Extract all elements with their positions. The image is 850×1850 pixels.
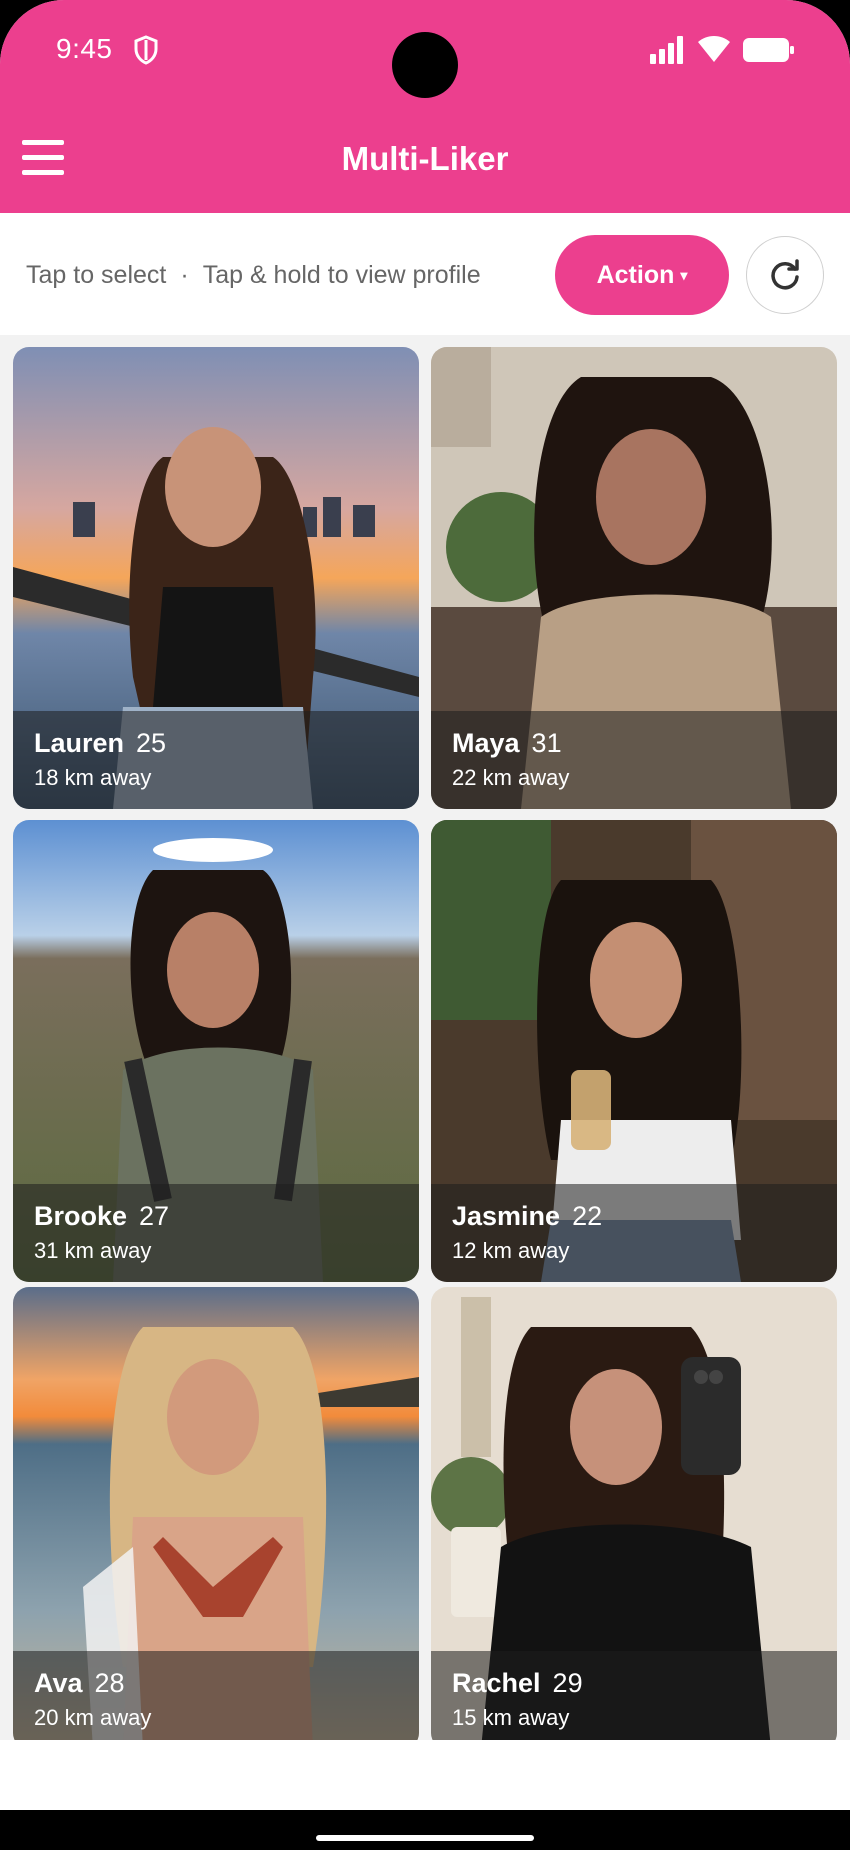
profile-age: 28 xyxy=(94,1668,125,1698)
profile-name-line: Jasmine 22 xyxy=(452,1201,602,1232)
profile-card-ava[interactable]: Ava 28 20 km away xyxy=(13,1287,419,1749)
profile-name-line: Brooke 27 xyxy=(34,1201,169,1232)
profile-age: 29 xyxy=(552,1668,583,1698)
profile-distance: 20 km away xyxy=(34,1705,152,1730)
profile-name: Lauren xyxy=(34,728,125,758)
profile-distance: 15 km away xyxy=(452,1705,570,1730)
refresh-button[interactable] xyxy=(746,236,824,314)
profile-name: Jasmine xyxy=(452,1201,561,1231)
profile-card-maya[interactable]: Maya 31 22 km away xyxy=(431,347,837,809)
action-label: Action xyxy=(596,260,675,289)
hint-select: Tap to select xyxy=(26,261,167,289)
usage-hint: Tap to select · Tap & hold to view profile xyxy=(26,261,481,290)
caret-down-icon: ▾ xyxy=(680,266,688,283)
app-bar: 9:45 Multi-Liker xyxy=(0,0,850,213)
hint-profile: Tap & hold to view profile xyxy=(202,261,481,289)
selection-toolbar: Tap to select · Tap & hold to view profile… xyxy=(0,213,850,335)
bottom-spacer xyxy=(0,1740,850,1810)
refresh-icon xyxy=(771,259,799,290)
profile-name-line: Maya 31 xyxy=(452,728,562,759)
profile-name-line: Ava 28 xyxy=(34,1668,125,1699)
profile-name: Ava xyxy=(34,1668,83,1698)
profile-distance: 31 km away xyxy=(34,1238,152,1263)
phone-screen: 9:45 Multi-Liker Tap to select · Tap & h… xyxy=(0,0,850,1850)
profile-name: Rachel xyxy=(452,1668,541,1698)
profile-name-line: Lauren 25 xyxy=(34,728,166,759)
profile-card-jasmine[interactable]: Jasmine 22 12 km away xyxy=(431,820,837,1282)
profile-name: Brooke xyxy=(34,1201,128,1231)
hint-separator: · xyxy=(180,261,189,289)
page-title: Multi-Liker xyxy=(341,140,509,177)
wifi-icon xyxy=(698,36,730,62)
status-bar: 9:45 xyxy=(0,0,850,100)
battery-icon xyxy=(743,38,794,62)
action-dropdown-button[interactable]: Action ▾ xyxy=(555,235,729,315)
profile-distance: 22 km away xyxy=(452,765,570,790)
home-indicator[interactable] xyxy=(316,1835,534,1841)
front-camera xyxy=(392,32,458,98)
profile-age: 25 xyxy=(136,728,167,758)
profile-card-lauren[interactable]: Lauren 25 18 km away xyxy=(13,347,419,809)
profile-age: 22 xyxy=(572,1201,603,1231)
profile-distance: 18 km away xyxy=(34,765,152,790)
profile-distance: 12 km away xyxy=(452,1238,570,1263)
profile-age: 27 xyxy=(139,1201,170,1231)
shield-icon xyxy=(134,35,158,65)
profile-name-line: Rachel 29 xyxy=(452,1668,583,1699)
status-time: 9:45 xyxy=(56,33,113,64)
signal-icon xyxy=(650,36,683,64)
profile-name: Maya xyxy=(452,728,520,758)
profile-card-rachel[interactable]: Rachel 29 15 km away xyxy=(431,1287,837,1749)
profile-age: 31 xyxy=(531,728,562,758)
system-nav-bar xyxy=(0,1810,850,1850)
profile-card-brooke[interactable]: Brooke 27 31 km away xyxy=(13,820,419,1282)
